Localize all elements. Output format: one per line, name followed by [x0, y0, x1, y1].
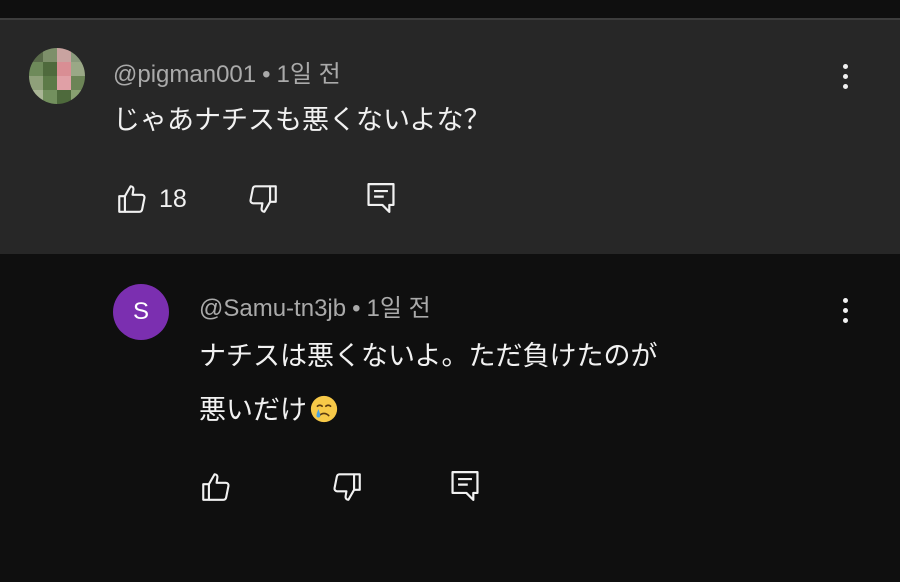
reply-item: S @Samu-tn3jb • 1일 전 ナチスは悪くないよ。ただ負けたのが 悪いだ… [0, 254, 900, 582]
comment-text: ナチスは悪くないよ。ただ負けたのが 悪いだけ [199, 330, 657, 438]
timestamp[interactable]: 1일 전 [367, 295, 431, 322]
separator-dot: • [352, 295, 361, 322]
reply-button[interactable] [364, 180, 398, 216]
like-button[interactable]: 18 [115, 182, 187, 216]
like-button[interactable] [199, 470, 243, 504]
comment-text-line-2: 悪いだけ [199, 384, 657, 438]
thumbs-up-icon [202, 473, 230, 501]
reply-comment-icon [367, 183, 395, 213]
thumbs-down-icon [333, 473, 361, 501]
reply-button[interactable] [448, 468, 482, 504]
comment-text-line: じゃあナチスも悪くないよな？ [113, 105, 491, 136]
comment-meta: @Samu-tn3jb • 1일 전 [199, 288, 431, 323]
avatar[interactable] [29, 48, 85, 104]
separator-dot: • [262, 61, 271, 88]
reply-comment-icon [451, 471, 479, 501]
author-name[interactable]: @Samu-tn3jb [199, 295, 346, 322]
comment-item: @pigman001 • 1일 전 じゃあナチスも悪くないよな？ 18 [0, 20, 900, 254]
thumbs-up-icon [118, 185, 146, 213]
dislike-button[interactable] [330, 470, 364, 504]
more-vert-icon[interactable] [832, 56, 858, 96]
author-name[interactable]: @pigman001 [113, 61, 256, 88]
thumbs-down-icon [249, 185, 277, 213]
top-divider [0, 0, 900, 20]
like-count: 18 [159, 184, 187, 213]
comment-text: じゃあナチスも悪くないよな？ [113, 94, 490, 148]
dislike-button[interactable] [246, 182, 280, 216]
comment-meta: @pigman001 • 1일 전 [113, 54, 341, 89]
crying-face-emoji [310, 395, 338, 423]
timestamp[interactable]: 1일 전 [277, 61, 341, 88]
comment-text-line: ナチスは悪くないよ。ただ負けたのが [199, 341, 658, 372]
more-vert-icon[interactable] [832, 290, 858, 330]
avatar[interactable]: S [113, 284, 169, 340]
